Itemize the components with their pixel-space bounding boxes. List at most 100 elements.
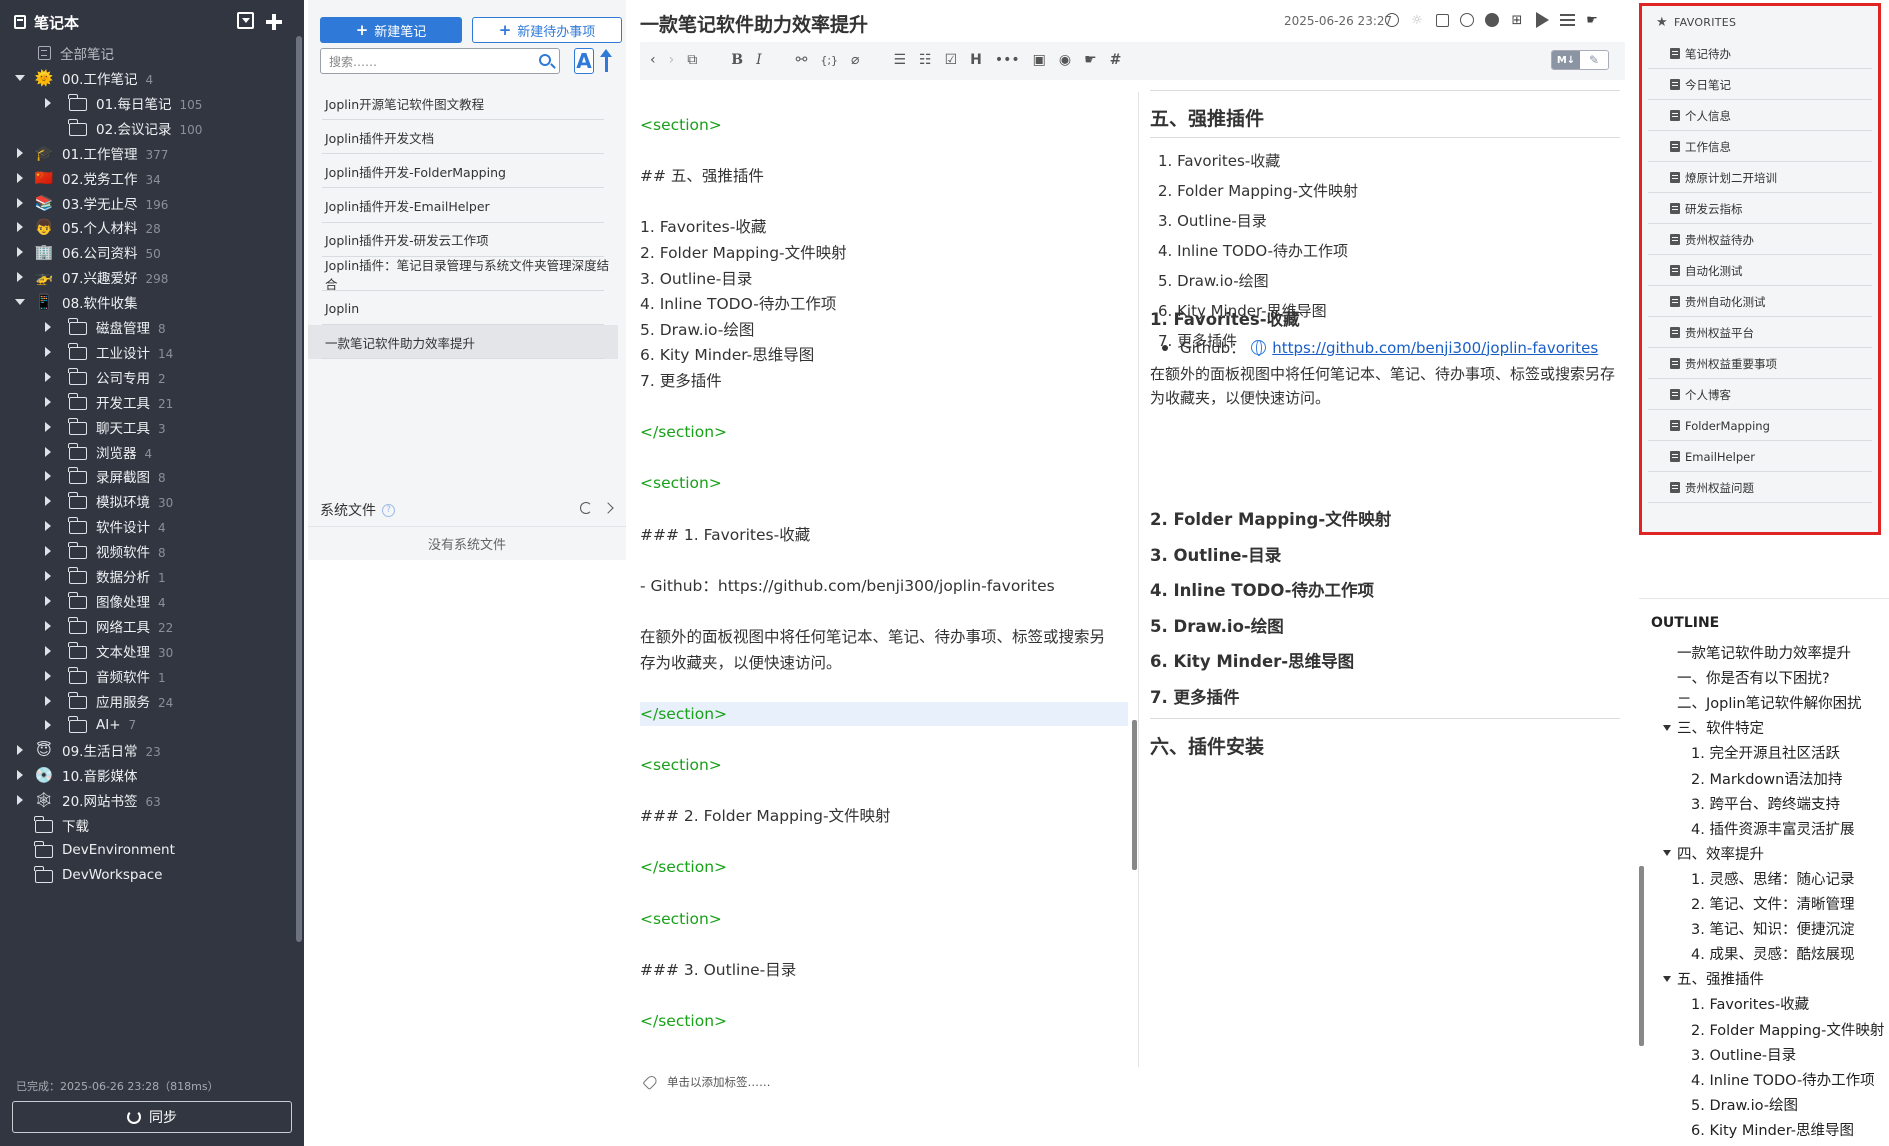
favorite-item[interactable]: 工作信息 bbox=[1648, 131, 1872, 162]
collapse-icon[interactable] bbox=[1663, 975, 1671, 982]
outline-scrollbar[interactable] bbox=[1639, 866, 1644, 1046]
favorite-item[interactable]: 贵州自动化测试 bbox=[1648, 286, 1872, 317]
list-item[interactable]: Joplin插件开发文档 bbox=[308, 120, 618, 155]
bullet-list-icon[interactable]: ☰ bbox=[893, 52, 906, 68]
expand-closed-icon[interactable] bbox=[15, 222, 25, 232]
markdown-icon[interactable]: M↓ bbox=[1552, 51, 1580, 69]
favorite-item[interactable]: 个人信息 bbox=[1648, 100, 1872, 131]
outline-item[interactable]: 1. Favorites-收藏 bbox=[1691, 993, 1809, 1014]
list-item[interactable]: Joplin插件开发-研发云工作项 bbox=[308, 223, 618, 257]
collapse-all-icon[interactable] bbox=[237, 12, 254, 29]
outline-item[interactable]: 四、效率提升 bbox=[1663, 843, 1764, 864]
expand-closed-icon[interactable] bbox=[43, 98, 53, 108]
expand-closed-icon[interactable] bbox=[43, 372, 53, 382]
markdown-editor[interactable]: <section> ## 五、强推插件 1. Favorites-收藏 2. Fold… bbox=[640, 92, 1137, 1067]
layout-icon[interactable] bbox=[1434, 12, 1450, 28]
sort-alpha-icon[interactable]: A bbox=[574, 48, 594, 74]
outline-item[interactable]: 1. 灵感、思绪：随心记录 bbox=[1691, 868, 1854, 889]
list-item[interactable]: Joplin开源笔记软件图文教程 bbox=[308, 86, 618, 120]
sitemap-icon[interactable]: ⊞ bbox=[1509, 12, 1525, 28]
expand-closed-icon[interactable] bbox=[43, 347, 53, 357]
expand-closed-icon[interactable] bbox=[43, 621, 53, 631]
heading-icon[interactable]: H bbox=[970, 52, 982, 68]
outline-item[interactable]: 2. Markdown语法加持 bbox=[1691, 768, 1842, 789]
expand-open-icon[interactable] bbox=[15, 297, 25, 307]
favorite-item[interactable]: 自动化测试 bbox=[1648, 255, 1872, 286]
list-item[interactable]: 一款笔记软件助力效率提升 bbox=[308, 325, 618, 360]
italic-icon[interactable]: I bbox=[756, 52, 762, 68]
forward-icon[interactable]: › bbox=[669, 52, 675, 68]
favorite-item[interactable]: 贵州权益待办 bbox=[1648, 224, 1872, 255]
favorite-item[interactable]: 个人博客 bbox=[1648, 379, 1872, 410]
favorite-item[interactable]: 今日笔记 bbox=[1648, 69, 1872, 100]
outline-item[interactable]: 2. Folder Mapping-文件映射 bbox=[1691, 1019, 1884, 1040]
favorite-item[interactable]: FolderMapping bbox=[1648, 410, 1872, 441]
sidebar-scrollbar[interactable] bbox=[296, 36, 302, 942]
expand-closed-icon[interactable] bbox=[15, 745, 25, 755]
list-item[interactable]: Joplin插件开发-FolderMapping bbox=[308, 154, 618, 189]
external-edit-icon[interactable]: ⧉ bbox=[687, 52, 697, 68]
hand-point-icon[interactable]: ☛ bbox=[1584, 12, 1600, 28]
editor-layout-toggle[interactable]: M↓ ✎ bbox=[1551, 50, 1609, 70]
expand-closed-icon[interactable] bbox=[43, 397, 53, 407]
expand-closed-icon[interactable] bbox=[43, 322, 53, 332]
back-icon[interactable]: ‹ bbox=[650, 52, 656, 68]
expand-closed-icon[interactable] bbox=[43, 471, 53, 481]
expand-closed-icon[interactable] bbox=[43, 720, 53, 730]
sort-order-icon[interactable] bbox=[598, 48, 616, 74]
sync-button[interactable]: 同步 bbox=[12, 1101, 292, 1133]
expand-closed-icon[interactable] bbox=[43, 696, 53, 706]
list-item[interactable]: Joplin插件：笔记目录管理与系统文件夹管理深度结合 bbox=[308, 257, 618, 292]
list-item[interactable]: Joplin插件开发-EmailHelper bbox=[308, 189, 618, 223]
outline-item[interactable]: 一款笔记软件助力效率提升 bbox=[1677, 642, 1851, 663]
expand-closed-icon[interactable] bbox=[43, 422, 53, 432]
outline-item[interactable]: 二、Joplin笔记软件解你困扰 bbox=[1677, 692, 1862, 713]
outline-item[interactable]: 6. Kity Minder-思维导图 bbox=[1691, 1119, 1854, 1140]
search-input[interactable]: 搜索…… bbox=[320, 48, 560, 74]
checklist-icon[interactable]: ☑ bbox=[945, 52, 958, 68]
expand-closed-icon[interactable] bbox=[15, 148, 25, 158]
numbered-list-icon[interactable]: ☷ bbox=[919, 52, 932, 68]
play-icon[interactable] bbox=[1534, 12, 1550, 28]
github-link[interactable]: https://github.com/benji300/joplin-favor… bbox=[1272, 339, 1598, 357]
toc-list-icon[interactable] bbox=[1559, 12, 1575, 28]
expand-open-icon[interactable] bbox=[15, 73, 25, 83]
sidebar-notebook-item[interactable]: DevWorkspace bbox=[0, 860, 296, 890]
bell-icon[interactable]: ☼ bbox=[1409, 12, 1425, 28]
expand-closed-icon[interactable] bbox=[15, 272, 25, 282]
favorite-item[interactable]: 贵州权益平台 bbox=[1648, 317, 1872, 348]
comment-icon[interactable]: ◉ bbox=[1059, 52, 1071, 68]
collapse-icon[interactable] bbox=[1663, 724, 1671, 731]
outline-item[interactable]: 3. Outline-目录 bbox=[1691, 1044, 1796, 1065]
hashtag-icon[interactable]: # bbox=[1110, 52, 1122, 68]
attach-icon[interactable]: ⌀ bbox=[851, 52, 859, 68]
outline-item[interactable]: 3. 跨平台、跨终端支持 bbox=[1691, 793, 1840, 814]
horizontal-rule-icon[interactable]: ••• bbox=[995, 52, 1020, 68]
outline-item[interactable]: 3. 笔记、知识：便捷沉淀 bbox=[1691, 918, 1854, 939]
outline-item[interactable]: 4. 插件资源丰富灵活扩展 bbox=[1691, 818, 1854, 839]
bold-icon[interactable]: B bbox=[731, 52, 743, 68]
chevron-right-icon[interactable] bbox=[602, 502, 614, 514]
refresh-icon[interactable] bbox=[580, 502, 592, 514]
expand-closed-icon[interactable] bbox=[43, 521, 53, 531]
outline-item[interactable]: 4. Inline TODO-待办工作项 bbox=[1691, 1069, 1875, 1090]
expand-closed-icon[interactable] bbox=[43, 571, 53, 581]
new-todo-button[interactable]: + 新建待办事项 bbox=[472, 17, 622, 43]
insert-date-icon[interactable]: ▣ bbox=[1033, 52, 1046, 68]
outline-item[interactable]: 五、强推插件 bbox=[1663, 968, 1764, 989]
new-note-button[interactable]: + 新建笔记 bbox=[320, 17, 462, 43]
expand-closed-icon[interactable] bbox=[43, 646, 53, 656]
globe-icon[interactable] bbox=[1384, 12, 1400, 28]
favorite-item[interactable]: EmailHelper bbox=[1648, 441, 1872, 472]
help-icon[interactable]: ? bbox=[382, 503, 395, 517]
outline-item[interactable]: 1. 完全开源且社区活跃 bbox=[1691, 742, 1840, 763]
add-notebook-icon[interactable] bbox=[264, 12, 284, 32]
list-item[interactable]: Joplin bbox=[308, 291, 618, 326]
tag-bar[interactable]: 单击以添加标签…… bbox=[642, 1073, 771, 1091]
expand-closed-icon[interactable] bbox=[43, 447, 53, 457]
expand-closed-icon[interactable] bbox=[15, 173, 25, 183]
collapse-icon[interactable] bbox=[1663, 850, 1671, 857]
editor-scrollbar[interactable] bbox=[1132, 720, 1137, 870]
outline-item[interactable]: 一、你是否有以下困扰? bbox=[1677, 667, 1830, 688]
expand-closed-icon[interactable] bbox=[15, 770, 25, 780]
